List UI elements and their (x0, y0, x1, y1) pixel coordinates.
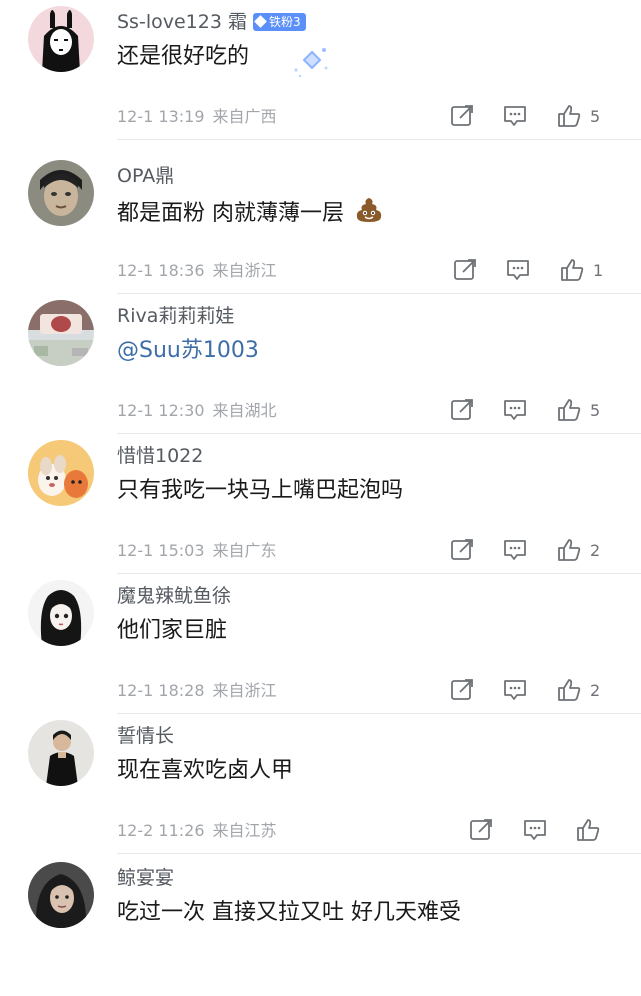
avatar[interactable] (28, 6, 94, 72)
share-icon[interactable] (449, 397, 475, 423)
divider (117, 139, 641, 140)
avatar[interactable] (28, 160, 94, 226)
like-icon[interactable] (556, 103, 582, 129)
like-icon[interactable] (559, 257, 585, 283)
like-icon[interactable] (556, 397, 582, 423)
share-icon[interactable] (468, 817, 494, 843)
location: 来自浙江 (212, 681, 277, 700)
username[interactable]: 誓情长 (117, 724, 174, 748)
comment-meta: 12-1 13:19 来自广西 (117, 106, 277, 128)
mention-link[interactable]: @Suu苏1003 (117, 336, 259, 366)
comment-icon[interactable] (502, 103, 528, 129)
like-icon[interactable] (556, 677, 582, 703)
share-icon[interactable] (449, 537, 475, 563)
location: 来自广东 (212, 541, 277, 560)
username[interactable]: 魔鬼辣鱿鱼徐 (117, 584, 231, 608)
comment-text: 只有我吃一块马上嘴巴起泡吗 (117, 478, 404, 503)
like-icon[interactable] (575, 817, 601, 843)
comment-item: OPA鼎 都是面粉 肉就薄薄一层 12-1 18:36 来自浙江 1 (0, 154, 641, 294)
comment-text: 吃过一次 直接又拉又吐 好几天难受 (117, 900, 461, 925)
comment-meta: 12-1 12:30 来自湖北 (117, 400, 277, 422)
comment-icon[interactable] (502, 397, 528, 423)
username[interactable]: 鲸宴宴 (117, 866, 174, 890)
comment-meta: 12-1 18:28 来自浙江 (117, 680, 277, 702)
avatar[interactable] (28, 580, 94, 646)
comment-text: 他们家巨脏 (117, 618, 228, 643)
like-count: 5 (590, 107, 601, 126)
timestamp: 12-1 12:30 (117, 401, 205, 420)
comment-item: 鲸宴宴 吃过一次 直接又拉又吐 好几天难受 (0, 856, 641, 996)
timestamp: 12-1 18:36 (117, 261, 205, 280)
timestamp: 12-1 15:03 (117, 541, 205, 560)
username[interactable]: Ss-love123 霜 铁粉3 (117, 10, 306, 34)
diamond-icon (254, 15, 267, 28)
comment-icon[interactable] (502, 677, 528, 703)
sparkle-icon (294, 48, 328, 78)
timestamp: 12-1 18:28 (117, 681, 205, 700)
username-text[interactable]: Ss-love123 霜 (117, 11, 247, 33)
comment-item: 惜惜1022 只有我吃一块马上嘴巴起泡吗 12-1 15:03 来自广东 2 (0, 434, 641, 574)
poop-emoji (354, 196, 384, 233)
like-count: 1 (593, 261, 604, 280)
share-icon[interactable] (449, 103, 475, 129)
username[interactable]: Riva莉莉莉娃 (117, 304, 234, 328)
comment-item: 誓情长 现在喜欢吃卤人甲 12-2 11:26 来自江苏 (0, 714, 641, 854)
location: 来自浙江 (212, 261, 277, 280)
like-icon[interactable] (556, 537, 582, 563)
divider (117, 853, 641, 854)
like-count: 2 (590, 541, 601, 560)
avatar[interactable] (28, 440, 94, 506)
share-icon[interactable] (452, 257, 478, 283)
location: 来自广西 (212, 107, 277, 126)
timestamp: 12-2 11:26 (117, 821, 205, 840)
comment-icon[interactable] (505, 257, 531, 283)
like-count: 5 (590, 401, 601, 420)
comment-text: 还是很好吃的 (117, 44, 250, 69)
comment-text: 都是面粉 肉就薄薄一层 (117, 196, 384, 233)
like-count: 2 (590, 681, 601, 700)
location: 来自江苏 (212, 821, 277, 840)
comment-meta: 12-1 18:36 来自浙江 (117, 260, 277, 282)
comment-list: Ss-love123 霜 铁粉3 还是很好吃的 12-1 13:19 来自广西 5 (0, 0, 641, 932)
timestamp: 12-1 13:19 (117, 107, 205, 126)
comment-item: Riva莉莉莉娃 @Suu苏1003 12-1 12:30 来自湖北 5 (0, 294, 641, 434)
comment-item: Ss-love123 霜 铁粉3 还是很好吃的 12-1 13:19 来自广西 5 (0, 0, 641, 140)
fan-badge-label: 铁粉3 (268, 15, 301, 29)
comment-text: 现在喜欢吃卤人甲 (117, 758, 294, 783)
comment-icon[interactable] (502, 537, 528, 563)
comment-meta: 12-1 15:03 来自广东 (117, 540, 277, 562)
username[interactable]: OPA鼎 (117, 164, 174, 188)
avatar[interactable] (28, 862, 94, 928)
comment-text-body: 都是面粉 肉就薄薄一层 (117, 201, 344, 226)
avatar[interactable] (28, 300, 94, 366)
comment-item: 魔鬼辣鱿鱼徐 他们家巨脏 12-1 18:28 来自浙江 2 (0, 574, 641, 714)
location: 来自湖北 (212, 401, 277, 420)
comment-meta: 12-2 11:26 来自江苏 (117, 820, 277, 842)
username[interactable]: 惜惜1022 (117, 444, 203, 468)
fan-badge: 铁粉3 (252, 13, 306, 31)
share-icon[interactable] (449, 677, 475, 703)
avatar[interactable] (28, 720, 94, 786)
comment-icon[interactable] (522, 817, 548, 843)
